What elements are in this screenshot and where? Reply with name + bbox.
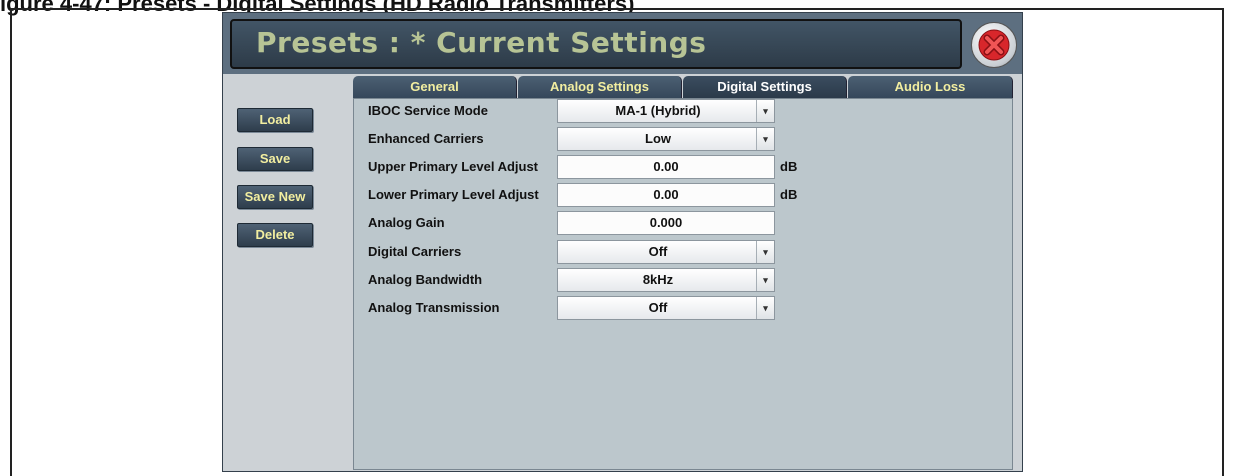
dropdown-arrow-icon[interactable]: ▾ bbox=[756, 297, 774, 319]
dropdown-arrow-icon[interactable]: ▾ bbox=[756, 241, 774, 263]
input-value: 0.00 bbox=[653, 159, 679, 174]
title-bar: Presets : * Current Settings bbox=[230, 19, 962, 69]
dropdown-arrow-icon[interactable]: ▾ bbox=[756, 100, 774, 122]
analog-bandwidth-select[interactable]: 8kHz ▾ bbox=[557, 268, 775, 292]
analog-transmission-select[interactable]: Off ▾ bbox=[557, 296, 775, 320]
select-value: 8kHz bbox=[642, 272, 674, 287]
lower-primary-level-input[interactable]: 0.00 bbox=[557, 183, 775, 207]
select-value: Low bbox=[645, 131, 671, 146]
upper-primary-level-input[interactable]: 0.00 bbox=[557, 155, 775, 179]
analog-gain-input[interactable]: 0.000 bbox=[557, 211, 775, 235]
tab-digital-settings[interactable]: Digital Settings bbox=[683, 76, 847, 98]
save-button[interactable]: Save bbox=[237, 147, 313, 171]
select-value: MA-1 (Hybrid) bbox=[615, 103, 701, 118]
setting-label: Analog Bandwidth bbox=[368, 272, 483, 287]
setting-label: Analog Gain bbox=[368, 215, 445, 230]
input-value: 0.00 bbox=[653, 187, 679, 202]
setting-label: IBOC Service Mode bbox=[368, 103, 488, 118]
dropdown-arrow-icon[interactable]: ▾ bbox=[756, 128, 774, 150]
content-area: Load Save Save New Delete General Analog… bbox=[223, 74, 1022, 471]
input-value: 0.000 bbox=[649, 215, 683, 230]
dropdown-arrow-icon[interactable]: ▾ bbox=[756, 269, 774, 291]
setting-label: Lower Primary Level Adjust bbox=[368, 187, 539, 202]
close-x-icon bbox=[978, 29, 1010, 61]
setting-label: Upper Primary Level Adjust bbox=[368, 159, 539, 174]
setting-label: Enhanced Carriers bbox=[368, 131, 484, 146]
iboc-service-mode-select[interactable]: MA-1 (Hybrid) ▾ bbox=[557, 99, 775, 123]
digital-carriers-select[interactable]: Off ▾ bbox=[557, 240, 775, 264]
window-title: Presets : * Current Settings bbox=[256, 26, 707, 59]
close-button[interactable] bbox=[971, 22, 1017, 68]
save-new-button[interactable]: Save New bbox=[237, 185, 313, 209]
presets-window: Presets : * Current Settings Load Save S… bbox=[222, 12, 1023, 472]
enhanced-carriers-select[interactable]: Low ▾ bbox=[557, 127, 775, 151]
load-button[interactable]: Load bbox=[237, 108, 313, 132]
tab-general[interactable]: General bbox=[353, 76, 517, 98]
setting-label: Digital Carriers bbox=[368, 244, 462, 259]
setting-label: Analog Transmission bbox=[368, 300, 500, 315]
select-value: Off bbox=[648, 300, 668, 315]
select-value: Off bbox=[648, 244, 668, 259]
unit-label: dB bbox=[780, 187, 798, 202]
tab-bar: General Analog Settings Digital Settings… bbox=[353, 76, 1013, 98]
delete-button[interactable]: Delete bbox=[237, 223, 313, 247]
digital-settings-panel: IBOC Service Mode MA-1 (Hybrid) ▾ Enhanc… bbox=[353, 98, 1013, 470]
tab-analog-settings[interactable]: Analog Settings bbox=[518, 76, 682, 98]
tab-audio-loss[interactable]: Audio Loss bbox=[848, 76, 1013, 98]
unit-label: dB bbox=[780, 159, 798, 174]
